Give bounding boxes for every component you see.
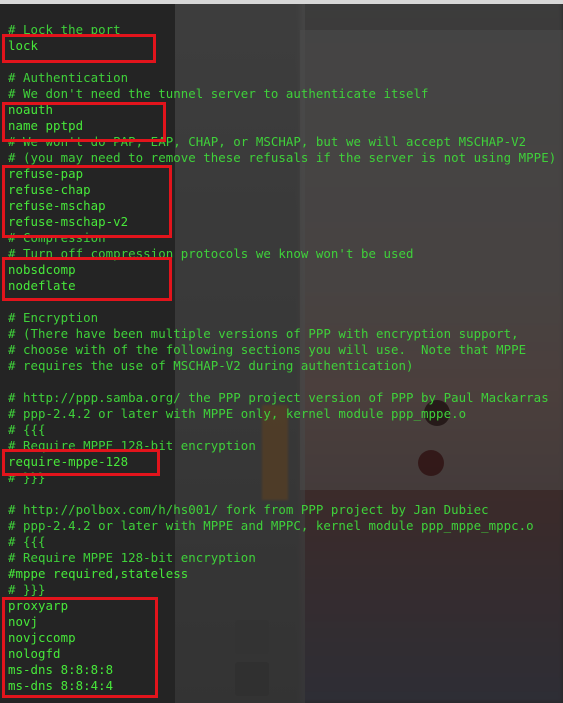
terminal-line: refuse-mschap-v2 (8, 214, 129, 229)
terminal-text[interactable]: # Lock the port lock # Authentication # … (8, 22, 556, 694)
terminal-line: # Compression (8, 230, 106, 245)
terminal-line: # http://polbox.com/h/hs001/ fork from P… (8, 502, 489, 517)
terminal-line: # {{{ (8, 534, 46, 549)
terminal-line: # http://ppp.samba.org/ the PPP project … (8, 390, 549, 405)
terminal-line: # (you may need to remove these refusals… (8, 150, 557, 165)
terminal-line: nobsdcomp (8, 262, 76, 277)
terminal-line: # ppp-2.4.2 or later with MPPE and MPPC,… (8, 518, 534, 533)
terminal-line: # Require MPPE 128-bit encryption (8, 438, 256, 453)
terminal-line: novjccomp (8, 630, 76, 645)
terminal-line: nologfd (8, 646, 61, 661)
terminal-line: refuse-chap (8, 182, 91, 197)
terminal-line: ms-dns 8:8:8:8 (8, 662, 114, 677)
terminal-line: # choose with of the following sections … (8, 342, 527, 357)
terminal-line: # {{{ (8, 422, 46, 437)
terminal-line: lock (8, 38, 39, 53)
terminal-line: # We don't need the tunnel server to aut… (8, 86, 429, 101)
terminal-line: name pptpd (8, 118, 84, 133)
terminal-line: noauth (8, 102, 54, 117)
terminal-line: # Encryption (8, 310, 99, 325)
terminal-line: # We won't do PAP, EAP, CHAP, or MSCHAP,… (8, 134, 527, 149)
terminal-line: # }}} (8, 470, 46, 485)
terminal-line: # Lock the port (8, 22, 121, 37)
terminal-line: # Require MPPE 128-bit encryption (8, 550, 256, 565)
terminal-line: novj (8, 614, 39, 629)
terminal-window[interactable]: # Lock the port lock # Authentication # … (0, 0, 563, 703)
terminal-line: # ppp-2.4.2 or later with MPPE only, ker… (8, 406, 467, 421)
window-top-edge (0, 0, 563, 4)
terminal-line: # Turn off compression protocols we know… (8, 246, 414, 261)
terminal-line: # }}} (8, 582, 46, 597)
terminal-line: require-mppe-128 (8, 454, 129, 469)
terminal-line: # Authentication (8, 70, 129, 85)
terminal-line: # requires the use of MSCHAP-V2 during a… (8, 358, 414, 373)
terminal-line: ms-dns 8:8:4:4 (8, 678, 114, 693)
terminal-line: refuse-mschap (8, 198, 106, 213)
terminal-line: proxyarp (8, 598, 69, 613)
terminal-line: nodeflate (8, 278, 76, 293)
terminal-line: refuse-pap (8, 166, 84, 181)
terminal-line: #mppe required,stateless (8, 566, 189, 581)
terminal-line: # (There have been multiple versions of … (8, 326, 519, 341)
